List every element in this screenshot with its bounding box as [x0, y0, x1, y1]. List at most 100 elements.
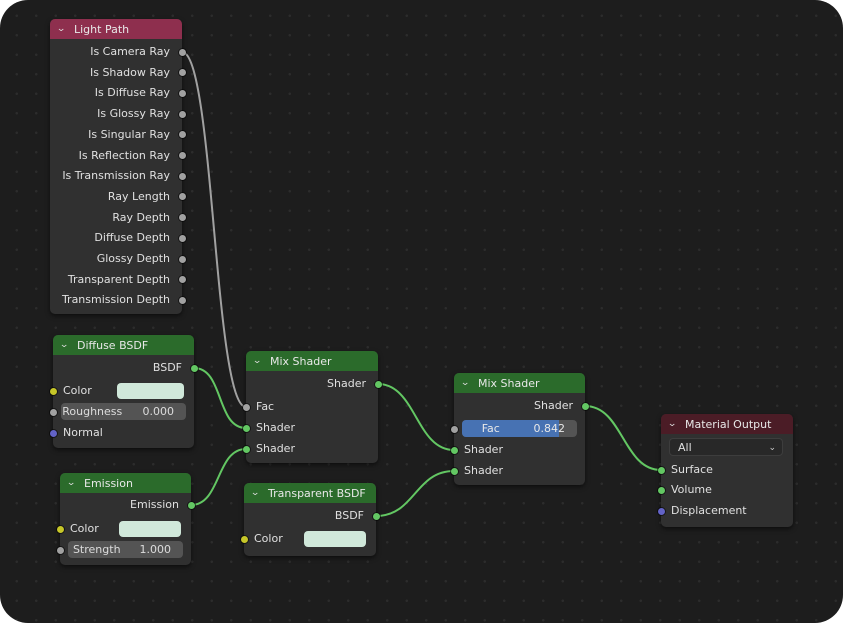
node-header[interactable]: ⌄ Diffuse BSDF — [53, 335, 194, 355]
socket-output[interactable] — [178, 152, 186, 159]
field-label: Fac — [481, 422, 500, 435]
chevron-down-icon[interactable]: ⌄ — [56, 24, 72, 34]
input-socket-row: Color — [49, 381, 194, 401]
socket-shader2-in[interactable] — [242, 445, 250, 453]
socket-fac-in[interactable] — [242, 403, 250, 411]
socket-bsdf-out[interactable] — [190, 364, 198, 372]
socket-surface-in[interactable] — [657, 466, 665, 474]
socket-label: Is Glossy Ray — [97, 107, 170, 121]
input-socket-row: Color — [56, 519, 191, 539]
socket-output[interactable] — [178, 193, 186, 201]
input-socket-row: Shader — [450, 461, 585, 481]
socket-color-in[interactable] — [49, 387, 57, 395]
socket-shader-out[interactable] — [581, 402, 589, 410]
output-socket-row: Ray Length — [50, 187, 186, 207]
node-diffuse-bsdf[interactable]: ⌄ Diffuse BSDF BSDF Color Roughness 0.00… — [49, 335, 198, 448]
target-dropdown[interactable]: All ⌄ — [669, 438, 783, 456]
color-swatch[interactable] — [117, 383, 184, 399]
chevron-down-icon[interactable]: ⌄ — [667, 419, 683, 429]
socket-shader1-in[interactable] — [450, 446, 458, 454]
node-mix-shader-2[interactable]: ⌄ Mix Shader Shader Fac 0.842 Shader Sha… — [450, 373, 589, 485]
output-socket-row: BSDF — [244, 506, 380, 526]
link-transparent-to-mix2[interactable] — [375, 470, 455, 517]
socket-normal-in[interactable] — [49, 429, 57, 437]
node-material-output[interactable]: ⌄ Material Output All ⌄ Surface Volume D… — [657, 414, 793, 527]
node-header[interactable]: ⌄ Emission — [60, 473, 191, 493]
input-socket-row: Roughness 0.000 — [49, 402, 194, 422]
socket-label: Is Transmission Ray — [62, 169, 170, 183]
strength-field[interactable]: Strength 1.000 — [68, 541, 183, 558]
input-socket-row: Color — [240, 529, 376, 549]
socket-output[interactable] — [178, 255, 186, 263]
input-socket-row: Fac — [242, 397, 378, 417]
socket-label: BSDF — [334, 509, 364, 522]
chevron-down-icon[interactable]: ⌄ — [66, 478, 82, 488]
node-title: Mix Shader — [270, 354, 332, 368]
fac-slider[interactable]: Fac 0.842 — [462, 420, 577, 437]
socket-output[interactable] — [178, 214, 186, 222]
socket-label: Shader — [327, 377, 366, 390]
socket-bsdf-out[interactable] — [372, 512, 380, 520]
socket-shader-out[interactable] — [374, 380, 382, 388]
link-mix2-to-output[interactable] — [584, 405, 662, 471]
socket-label: Volume — [671, 483, 712, 496]
output-socket-row: Is Camera Ray — [50, 42, 186, 62]
socket-color-in[interactable] — [240, 535, 248, 543]
socket-output[interactable] — [178, 276, 186, 284]
node-header[interactable]: ⌄ Mix Shader — [246, 351, 378, 371]
color-swatch[interactable] — [119, 521, 181, 537]
socket-label: Is Diffuse Ray — [94, 86, 170, 100]
color-swatch[interactable] — [304, 531, 366, 547]
socket-output[interactable] — [178, 296, 186, 304]
socket-output[interactable] — [178, 48, 186, 56]
socket-output[interactable] — [178, 110, 186, 118]
socket-emission-out[interactable] — [187, 501, 195, 509]
socket-output[interactable] — [178, 172, 186, 180]
socket-fac-in[interactable] — [450, 425, 458, 433]
chevron-down-icon[interactable]: ⌄ — [252, 356, 268, 366]
output-socket-row: Diffuse Depth — [50, 228, 186, 248]
link-emission-to-mix1[interactable] — [190, 448, 247, 506]
socket-label: Shader — [534, 399, 573, 412]
socket-strength-in[interactable] — [56, 546, 64, 554]
socket-label: Surface — [671, 463, 713, 476]
socket-output[interactable] — [178, 131, 186, 139]
input-socket-row: Shader — [242, 418, 378, 438]
node-header[interactable]: ⌄ Transparent BSDF — [244, 483, 376, 503]
node-header[interactable]: ⌄ Light Path — [50, 19, 182, 39]
socket-label: Transparent Depth — [67, 272, 170, 286]
node-header[interactable]: ⌄ Mix Shader — [454, 373, 585, 393]
node-title: Emission — [84, 476, 133, 490]
socket-output[interactable] — [178, 89, 186, 97]
socket-displacement-in[interactable] — [657, 507, 665, 515]
socket-shader2-in[interactable] — [450, 467, 458, 475]
socket-label: Displacement — [671, 504, 747, 517]
chevron-down-icon[interactable]: ⌄ — [59, 340, 75, 350]
socket-label: BSDF — [152, 361, 182, 374]
node-light-path[interactable]: ⌄ Light Path Is Camera Ray Is Shadow Ray I… — [50, 19, 186, 314]
link-diffuse-to-mix1[interactable] — [193, 367, 247, 429]
node-mix-shader-1[interactable]: ⌄ Mix Shader Shader Fac Shader Shader — [242, 351, 382, 463]
socket-label: Shader — [256, 421, 295, 434]
socket-volume-in[interactable] — [657, 486, 665, 494]
roughness-field[interactable]: Roughness 0.000 — [61, 403, 186, 420]
output-socket-row: Transparent Depth — [50, 270, 186, 290]
field-label: Roughness — [62, 405, 123, 418]
node-header[interactable]: ⌄ Material Output — [661, 414, 793, 434]
chevron-down-icon[interactable]: ⌄ — [250, 488, 266, 498]
node-emission[interactable]: ⌄ Emission Emission Color Strength 1.000 — [56, 473, 195, 565]
chevron-down-icon[interactable]: ⌄ — [460, 378, 476, 388]
socket-roughness-in[interactable] — [49, 408, 57, 416]
socket-output[interactable] — [178, 234, 186, 242]
socket-output[interactable] — [178, 69, 186, 77]
node-transparent-bsdf[interactable]: ⌄ Transparent BSDF BSDF Color — [240, 483, 380, 556]
link-mix1-to-mix2[interactable] — [377, 383, 455, 451]
socket-shader1-in[interactable] — [242, 424, 250, 432]
socket-label: Glossy Depth — [96, 252, 170, 265]
field-value: 0.842 — [533, 422, 566, 435]
input-socket-row: Normal — [49, 423, 194, 443]
node-title: Diffuse BSDF — [77, 338, 149, 352]
output-socket-row: Shader — [454, 396, 589, 416]
socket-color-in[interactable] — [56, 525, 64, 533]
node-editor-canvas[interactable]: ⌄ Light Path Is Camera Ray Is Shadow Ray I… — [0, 0, 843, 623]
